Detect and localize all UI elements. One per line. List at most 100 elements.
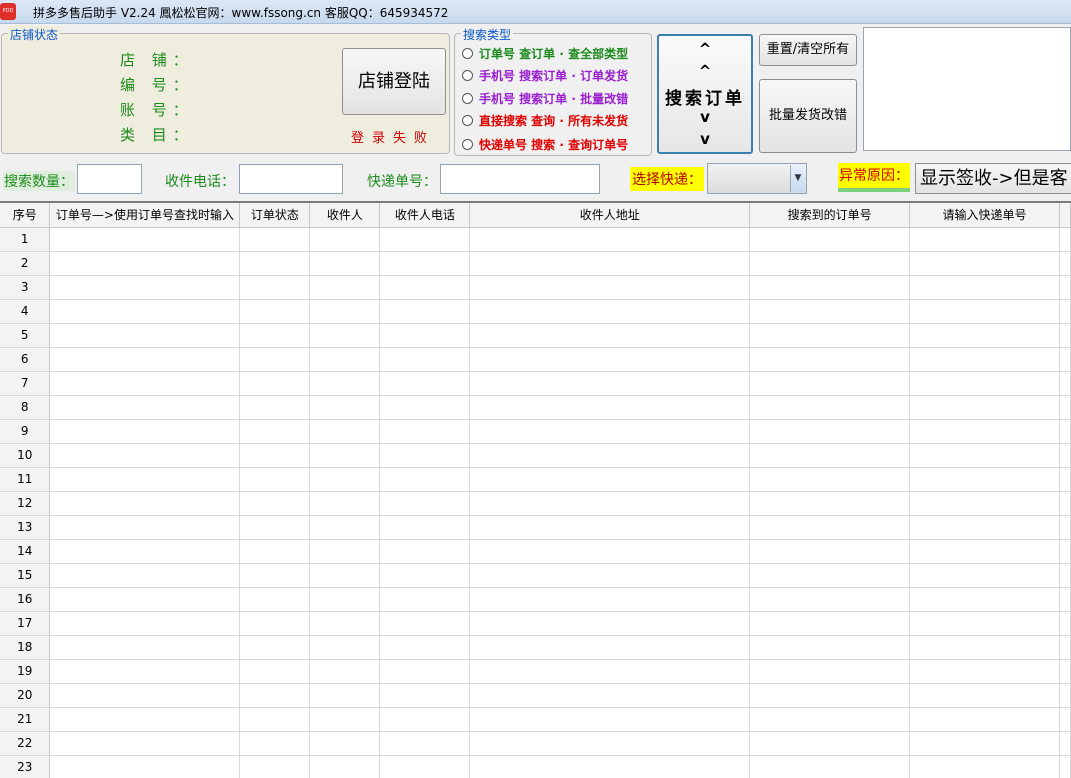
table-cell[interactable] xyxy=(909,419,1060,444)
table-cell[interactable] xyxy=(469,683,751,708)
table-cell[interactable] xyxy=(469,371,751,396)
table-cell[interactable] xyxy=(1059,515,1071,540)
table-cell[interactable] xyxy=(1059,419,1071,444)
table-cell[interactable] xyxy=(469,563,751,588)
table-cell[interactable] xyxy=(309,755,381,778)
table-cell[interactable] xyxy=(749,251,911,276)
table-cell[interactable] xyxy=(309,347,381,372)
table-row[interactable]: 8 xyxy=(0,395,1071,420)
table-row[interactable]: 16 xyxy=(0,587,1071,612)
table-cell[interactable] xyxy=(909,731,1060,756)
table-cell[interactable] xyxy=(469,419,751,444)
table-cell[interactable] xyxy=(749,275,911,300)
table-cell[interactable] xyxy=(749,371,911,396)
table-cell[interactable] xyxy=(239,419,311,444)
table-row[interactable]: 15 xyxy=(0,563,1071,588)
table-cell[interactable] xyxy=(749,419,911,444)
table-cell[interactable] xyxy=(239,611,311,636)
table-cell[interactable] xyxy=(309,611,381,636)
table-cell[interactable] xyxy=(909,539,1060,564)
table-cell[interactable] xyxy=(239,635,311,660)
table-cell[interactable] xyxy=(1059,755,1071,778)
radio-icon[interactable] xyxy=(462,69,473,81)
table-row[interactable]: 21 xyxy=(0,707,1071,732)
table-row[interactable]: 5 xyxy=(0,323,1071,348)
table-cell[interactable] xyxy=(909,707,1060,732)
table-cell[interactable] xyxy=(49,515,241,540)
table-row[interactable]: 7 xyxy=(0,371,1071,396)
exception-reason-select[interactable]: 显示签收->但是客 xyxy=(915,163,1071,194)
table-cell[interactable] xyxy=(379,683,471,708)
table-cell[interactable] xyxy=(909,371,1060,396)
table-cell[interactable] xyxy=(49,755,241,778)
table-cell[interactable] xyxy=(49,707,241,732)
table-cell[interactable] xyxy=(749,347,911,372)
column-header[interactable]: 请输入快递单号 xyxy=(909,203,1060,228)
search-count-input[interactable] xyxy=(77,164,142,194)
courier-select[interactable]: ▼ xyxy=(707,163,807,194)
table-cell[interactable] xyxy=(239,539,311,564)
table-cell[interactable] xyxy=(1059,371,1071,396)
table-cell[interactable] xyxy=(469,467,751,492)
table-cell[interactable] xyxy=(469,515,751,540)
radio-icon[interactable] xyxy=(462,92,473,104)
table-cell[interactable] xyxy=(909,299,1060,324)
table-cell[interactable] xyxy=(309,371,381,396)
table-cell[interactable] xyxy=(909,515,1060,540)
radio-icon[interactable] xyxy=(462,47,473,59)
table-cell[interactable] xyxy=(239,323,311,348)
table-cell[interactable] xyxy=(239,467,311,492)
table-cell[interactable] xyxy=(379,419,471,444)
table-cell[interactable] xyxy=(469,275,751,300)
table-cell[interactable] xyxy=(49,347,241,372)
table-cell[interactable] xyxy=(909,635,1060,660)
table-cell[interactable] xyxy=(49,563,241,588)
table-row[interactable]: 2 xyxy=(0,251,1071,276)
table-cell[interactable] xyxy=(239,683,311,708)
table-cell[interactable] xyxy=(469,587,751,612)
table-cell[interactable] xyxy=(469,443,751,468)
table-cell[interactable] xyxy=(309,227,381,252)
search-type-radio-order[interactable]: 订单号 查订单 · 查全部类型 xyxy=(462,44,628,62)
table-cell[interactable] xyxy=(309,419,381,444)
table-cell[interactable] xyxy=(309,563,381,588)
table-cell[interactable] xyxy=(49,467,241,492)
table-row[interactable]: 9 xyxy=(0,419,1071,444)
table-cell[interactable] xyxy=(49,731,241,756)
table-cell[interactable] xyxy=(749,707,911,732)
table-cell[interactable] xyxy=(1059,611,1071,636)
search-orders-button[interactable]: ^ ^ 搜索订单 v v xyxy=(657,34,753,154)
search-type-radio-phone-batch[interactable]: 手机号 搜索订单 · 批量改错 xyxy=(462,89,628,107)
column-header[interactable]: 搜索到的订单号 xyxy=(749,203,911,228)
table-cell[interactable] xyxy=(309,299,381,324)
table-cell[interactable] xyxy=(309,587,381,612)
table-row[interactable]: 4 xyxy=(0,299,1071,324)
table-cell[interactable] xyxy=(239,227,311,252)
table-cell[interactable] xyxy=(909,323,1060,348)
table-cell[interactable] xyxy=(309,491,381,516)
table-cell[interactable] xyxy=(309,635,381,660)
table-row[interactable]: 12 xyxy=(0,491,1071,516)
table-cell[interactable] xyxy=(749,299,911,324)
table-row[interactable]: 14 xyxy=(0,539,1071,564)
table-cell[interactable] xyxy=(1059,443,1071,468)
log-textarea[interactable] xyxy=(863,27,1071,151)
table-cell[interactable] xyxy=(379,587,471,612)
table-cell[interactable] xyxy=(909,659,1060,684)
table-row[interactable]: 3 xyxy=(0,275,1071,300)
table-cell[interactable] xyxy=(239,491,311,516)
table-row[interactable]: 6 xyxy=(0,347,1071,372)
table-cell[interactable] xyxy=(909,587,1060,612)
table-cell[interactable] xyxy=(49,635,241,660)
table-cell[interactable] xyxy=(239,395,311,420)
table-cell[interactable] xyxy=(49,491,241,516)
column-header[interactable]: 收件人电话 xyxy=(379,203,471,228)
table-cell[interactable] xyxy=(909,395,1060,420)
table-cell[interactable] xyxy=(749,563,911,588)
table-cell[interactable] xyxy=(49,251,241,276)
table-cell[interactable] xyxy=(239,731,311,756)
table-cell[interactable] xyxy=(1059,275,1071,300)
table-cell[interactable] xyxy=(379,491,471,516)
table-row[interactable]: 20 xyxy=(0,683,1071,708)
table-cell[interactable] xyxy=(379,443,471,468)
